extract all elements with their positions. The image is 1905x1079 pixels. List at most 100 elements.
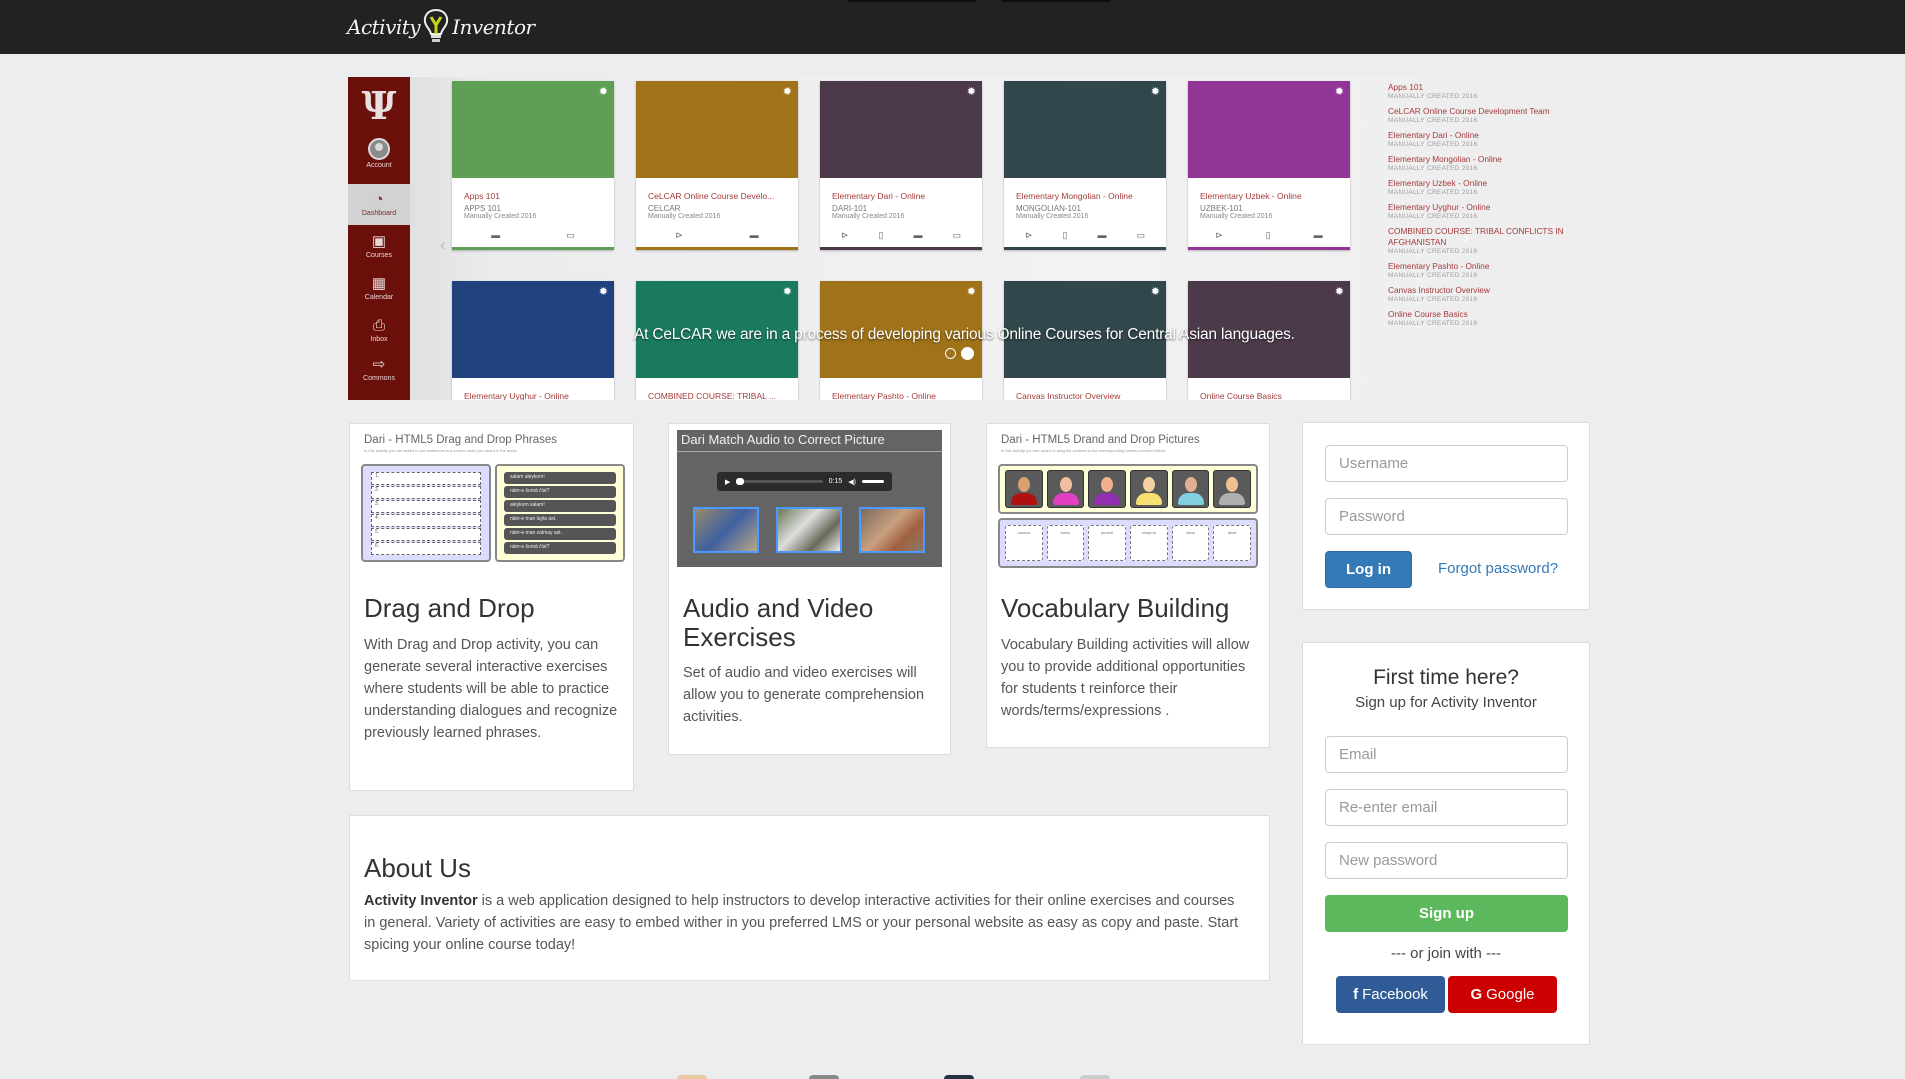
carousel-prev-arrow-icon[interactable]: ‹ — [440, 235, 446, 256]
logo-text-left: Activity — [347, 15, 421, 39]
course-list-name[interactable]: Apps 101 — [1388, 82, 1578, 93]
login-button[interactable]: Log in — [1325, 551, 1412, 588]
course-list-name[interactable]: Elementary Mongolian - Online — [1388, 154, 1578, 165]
audio-progress — [736, 478, 823, 485]
course-tile[interactable]: ✹ Elementary Uyghur - Online — [452, 281, 614, 400]
or-join-divider: --- or join with --- — [1390, 945, 1501, 962]
course-list-sub: MANUALLY CREATED 2016 — [1388, 248, 1478, 255]
discussion-icon[interactable]: ▬ — [750, 230, 759, 240]
activity-card-drag-drop[interactable]: Dari - HTML5 Drag and Drop Phrases In th… — [349, 423, 634, 791]
reenter-email-input[interactable] — [1325, 789, 1568, 826]
partial-image — [1080, 1075, 1110, 1079]
forgot-password-link[interactable]: Forgot password? — [1438, 560, 1558, 577]
course-name[interactable]: Elementary Uyghur - Online — [464, 391, 602, 400]
course-tile[interactable]: ✹ Elementary Dari - Online DARI-101 Manuall… — [820, 81, 982, 250]
course-name[interactable]: Elementary Uzbek - Online — [1200, 191, 1338, 201]
site-logo[interactable]: Activity Inventor — [347, 6, 535, 48]
course-list-item[interactable]: Elementary Dari - Online MANUALLY CREATED… — [1388, 130, 1578, 148]
sidebar-item-inbox[interactable]: ⎙ Inbox — [348, 310, 410, 351]
course-list-item[interactable]: Elementary Mongolian - Online MANUALLY CR… — [1388, 154, 1578, 172]
course-list-item[interactable]: Online Course Basics MANUALLY CREATED 201… — [1388, 309, 1578, 327]
password-input[interactable] — [1325, 498, 1568, 535]
name-slot: jameel — [1088, 525, 1127, 561]
course-list-item[interactable]: Elementary Uyghur - Online MANUALLY CREAT… — [1388, 202, 1578, 220]
phrase-bank: salam aleykom! nām-e šomā čist? aleykom sa… — [495, 464, 625, 562]
carousel-dot-2[interactable] — [961, 347, 974, 360]
assignment-icon[interactable]: ▯ — [1063, 230, 1068, 241]
course-name[interactable]: Elementary Pashto - Online — [832, 391, 970, 400]
carousel-dot-1[interactable] — [945, 348, 956, 359]
course-name[interactable]: Online Course Basics — [1200, 391, 1338, 400]
new-password-input[interactable] — [1325, 842, 1568, 879]
course-list-sub: MANUALLY CREATED 2016 — [1388, 165, 1478, 172]
discussion-icon[interactable]: ▬ — [491, 230, 500, 240]
canvas-sidebar: Ψ Account ◔ Dashboard ▣ Courses ▦ Calend… — [348, 77, 410, 400]
activity-card-audio-video[interactable]: Dari Match Audio to Correct Picture ▶ 0:… — [668, 423, 951, 755]
course-tile-body: Canvas Instructor Overview — [1004, 378, 1166, 400]
discussion-icon[interactable]: ▬ — [1097, 230, 1106, 240]
course-name[interactable]: CeLCAR Online Course Develo... — [648, 191, 786, 201]
username-input[interactable] — [1325, 445, 1568, 482]
course-list-item[interactable]: Canvas Instructor Overview MANUALLY CREAT… — [1388, 285, 1578, 303]
course-list-name[interactable]: COMBINED COURSE: TRIBAL CONFLICTS IN AFG… — [1388, 226, 1578, 248]
course-list-item[interactable]: Apps 101 MANUALLY CREATED 2016 — [1388, 82, 1578, 100]
sidebar-item-commons[interactable]: ⇨ Commons — [348, 349, 410, 390]
course-tile[interactable]: ✹ Apps 101 APPS 101 Manually Created 2016 ▬ ▭ — [452, 81, 614, 250]
course-name[interactable]: Elementary Mongolian - Online — [1016, 191, 1154, 201]
gear-icon[interactable]: ✹ — [967, 85, 976, 98]
files-icon[interactable]: ▭ — [1136, 230, 1145, 241]
gear-icon[interactable]: ✹ — [783, 285, 792, 298]
course-list-name[interactable]: Elementary Uyghur - Online — [1388, 202, 1578, 213]
course-name[interactable]: Canvas Instructor Overview — [1016, 391, 1154, 400]
course-list-item[interactable]: COMBINED COURSE: TRIBAL CONFLICTS IN AFG… — [1388, 226, 1578, 255]
course-list-name[interactable]: Elementary Pashto - Online — [1388, 261, 1578, 272]
course-name[interactable]: Elementary Dari - Online — [832, 191, 970, 201]
sidebar-item-dashboard[interactable]: ◔ Dashboard — [348, 184, 410, 225]
gear-icon[interactable]: ✹ — [1151, 285, 1160, 298]
files-icon[interactable]: ▭ — [566, 230, 575, 241]
assignment-icon[interactable]: ▯ — [1266, 230, 1271, 241]
gear-icon[interactable]: ✹ — [783, 85, 792, 98]
course-tile[interactable]: ✹ CeLCAR Online Course Develo... CELCAR Man… — [636, 81, 798, 250]
course-list-name[interactable]: Online Course Basics — [1388, 309, 1578, 320]
course-list-item[interactable]: Elementary Uzbek - Online MANUALLY CREATE… — [1388, 178, 1578, 196]
gear-icon[interactable]: ✹ — [1335, 85, 1344, 98]
signup-button[interactable]: Sign up — [1325, 895, 1568, 932]
gear-icon[interactable]: ✹ — [967, 285, 976, 298]
files-icon[interactable]: ▭ — [952, 230, 961, 241]
phrase-chip: nām-e šomā čist? — [504, 486, 616, 498]
announcement-icon[interactable]: ⊳ — [841, 230, 849, 241]
email-input[interactable] — [1325, 736, 1568, 773]
course-list-item[interactable]: Elementary Pashto - Online MANUALLY CREAT… — [1388, 261, 1578, 279]
gear-icon[interactable]: ✹ — [599, 85, 608, 98]
carousel-indicators — [945, 347, 974, 360]
assignment-icon[interactable]: ▯ — [879, 230, 884, 241]
course-list-name[interactable]: Canvas Instructor Overview — [1388, 285, 1578, 296]
picture-option-3 — [859, 507, 925, 553]
sidebar-item-account[interactable]: Account — [348, 133, 410, 174]
course-list-item[interactable]: CeLCAR Online Course Development Team MAN… — [1388, 106, 1578, 124]
announcement-icon[interactable]: ⊳ — [1215, 230, 1223, 241]
course-list-name[interactable]: Elementary Uzbek - Online — [1388, 178, 1578, 189]
sidebar-item-calendar[interactable]: ▦ Calendar — [348, 268, 410, 309]
course-name[interactable]: Apps 101 — [464, 191, 602, 201]
announcement-icon[interactable]: ⊳ — [1025, 230, 1033, 241]
name-drop-zone: nasima karim jameel shayma sima afzal — [998, 518, 1258, 568]
course-tile[interactable]: ✹ Elementary Mongolian - Online MONGOLIAN-… — [1004, 81, 1166, 250]
course-list-name[interactable]: Elementary Dari - Online — [1388, 130, 1578, 141]
sidebar-item-courses[interactable]: ▣ Courses — [348, 226, 410, 267]
discussion-icon[interactable]: ▬ — [913, 230, 922, 240]
course-list-name[interactable]: CeLCAR Online Course Development Team — [1388, 106, 1578, 117]
course-tile[interactable]: ✹ Elementary Uzbek - Online UZBEK-101 Manua… — [1188, 81, 1350, 250]
course-list-sub: MANUALLY CREATED 2016 — [1388, 117, 1478, 124]
gear-icon[interactable]: ✹ — [599, 285, 608, 298]
google-login-button[interactable]: G Google — [1448, 976, 1557, 1013]
activity-card-vocabulary[interactable]: Dari - HTML5 Drand and Drop Pictures In … — [986, 423, 1270, 748]
course-name[interactable]: COMBINED COURSE: TRIBAL ... — [648, 391, 786, 400]
facebook-login-button[interactable]: f Facebook — [1336, 976, 1445, 1013]
announcement-icon[interactable]: ⊳ — [675, 230, 683, 241]
sidebar-item-label: Calendar — [364, 294, 394, 301]
discussion-icon[interactable]: ▬ — [1314, 230, 1323, 240]
gear-icon[interactable]: ✹ — [1151, 85, 1160, 98]
gear-icon[interactable]: ✹ — [1335, 285, 1344, 298]
